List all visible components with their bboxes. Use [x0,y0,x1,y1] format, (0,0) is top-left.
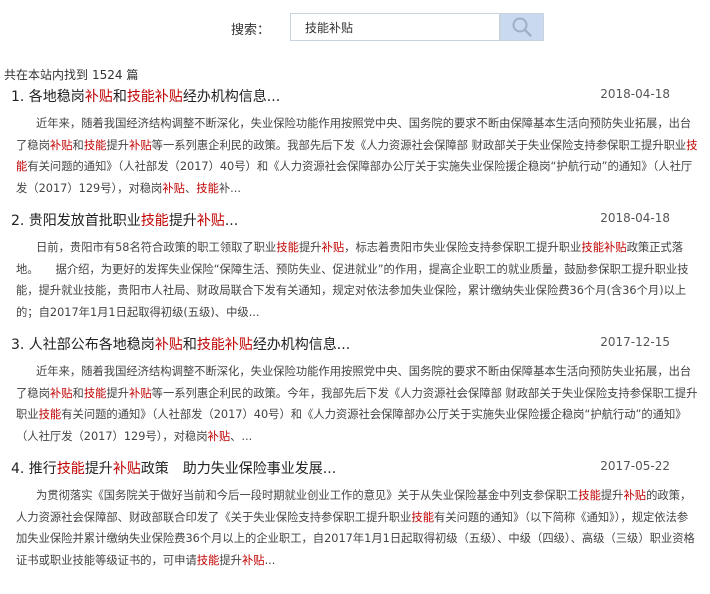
keyword-highlight: 技能 [16,138,698,174]
result-item: 2. 贵阳发放首批职业技能提升补贴... 2018-04-18 日前，贵阳市有5… [6,208,698,332]
keyword-highlight: 技能 [38,408,62,421]
keyword-highlight: 技能 [276,241,299,254]
keyword-highlight: 补贴 [162,181,185,195]
result-header: 2. 贵阳发放首批职业技能提升补贴... 2018-04-18 [6,208,698,230]
result-snippet: 为贯彻落实《国务院关于做好当前和今后一段时期就业创业工作的意见》关于从失业保险基… [16,489,695,567]
keyword-highlight: 技能 [196,181,219,195]
keyword-highlight: 补贴 [241,553,265,567]
result-item: 3. 人社部公布各地稳岗补贴和技能补贴经办机构信息... 2017-12-15 … [6,332,698,456]
result-count: 1524 [92,68,123,82]
search-button[interactable] [500,13,544,41]
result-title-link[interactable]: 4. 推行技能提升补贴政策 助力失业保险事业发展... [11,458,336,478]
keyword-highlight: 技能补贴 [126,89,183,105]
result-summary: 共在本站内找到 1524 篇 [4,66,138,83]
result-snippet: 近年来，随着我国经济结构调整不断深化，失业保险功能作用按照党中央、国务院的要求不… [16,365,698,443]
keyword-highlight: 技能 [411,510,435,524]
keyword-highlight: 补贴 [321,241,345,254]
result-header: 1. 各地稳岗补贴和技能补贴经办机构信息... 2018-04-18 [6,84,698,106]
keyword-highlight: 技能补贴 [196,337,253,353]
search-icon [512,17,532,37]
keyword-highlight: 技能 [578,489,601,502]
keyword-highlight: 补贴 [207,429,231,443]
keyword-highlight: 补贴 [49,386,73,400]
keyword-highlight: 技能 [83,386,107,400]
search-label: 搜索： [231,23,271,38]
keyword-highlight: 补贴 [129,138,152,152]
keyword-highlight: 补贴 [49,138,73,152]
result-date: 2018-04-18 [600,211,670,225]
result-header: 4. 推行技能提升补贴政策 助力失业保险事业发展... 2017-05-22 [6,456,698,478]
result-title-link[interactable]: 1. 各地稳岗补贴和技能补贴经办机构信息... [11,86,280,106]
keyword-highlight: 技能 [196,553,220,567]
keyword-highlight: 补贴 [154,337,183,353]
keyword-highlight: 技能 [83,138,107,152]
search-bar: 搜索： [0,12,710,44]
summary-prefix: 共在本站内找到 [4,68,89,82]
result-list: 1. 各地稳岗补贴和技能补贴经办机构信息... 2018-04-18 近年来，随… [6,84,698,580]
keyword-highlight: 技能补贴 [581,241,627,254]
result-title-link[interactable]: 3. 人社部公布各地稳岗补贴和技能补贴经办机构信息... [11,334,350,354]
result-snippet: 近年来，随着我国经济结构调整不断深化，失业保险功能作用按照党中央、国务院的要求不… [16,117,698,195]
keyword-highlight: 技能 [140,213,169,229]
result-title-link[interactable]: 2. 贵阳发放首批职业技能提升补贴... [11,210,238,230]
result-item: 1. 各地稳岗补贴和技能补贴经办机构信息... 2018-04-18 近年来，随… [6,84,698,208]
result-header: 3. 人社部公布各地稳岗补贴和技能补贴经办机构信息... 2017-12-15 [6,332,698,354]
result-date: 2017-12-15 [600,335,670,349]
result-date: 2017-05-22 [600,459,670,473]
summary-suffix: 篇 [126,68,139,82]
keyword-highlight: 补贴 [129,386,152,400]
keyword-highlight: 补贴 [84,89,113,105]
keyword-highlight: 补贴 [623,489,647,502]
keyword-highlight: 补贴 [112,461,141,477]
keyword-highlight: 技能 [56,461,85,477]
result-snippet: 日前，贵阳市有58名符合政策的职工领取了职业技能提升补贴，标志着贵阳市失业保险支… [16,241,689,319]
result-date: 2018-04-18 [600,87,670,101]
search-input[interactable] [290,13,500,41]
result-item: 4. 推行技能提升补贴政策 助力失业保险事业发展... 2017-05-22 为… [6,456,698,580]
keyword-highlight: 补贴 [196,213,225,229]
